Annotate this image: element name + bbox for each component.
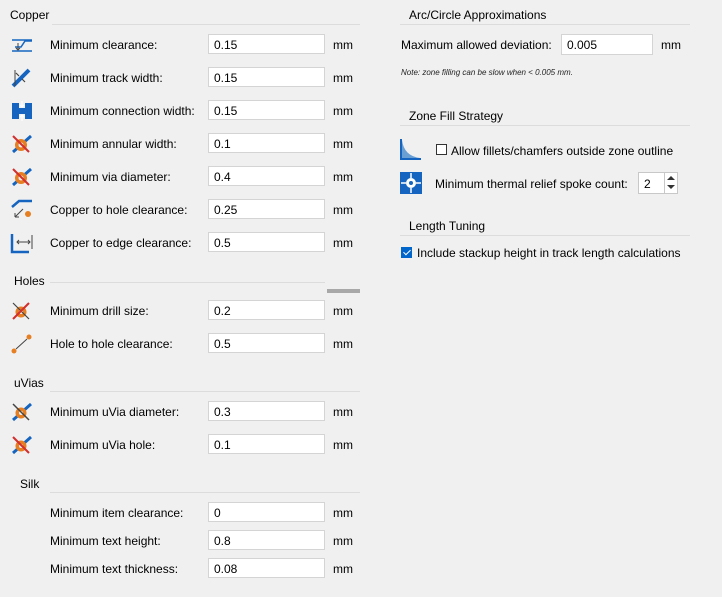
uvia-diameter-icon	[9, 400, 35, 424]
max-deviation-label: Maximum allowed deviation:	[401, 38, 552, 52]
uvia-hole-icon	[9, 433, 35, 457]
annular-width-icon	[9, 132, 35, 156]
min-item-clearance-row: Minimum item clearance: 0 mm	[0, 501, 362, 525]
min-uvia-diameter-unit: mm	[333, 405, 353, 419]
zone-separator	[400, 125, 690, 126]
spoke-count-spinner[interactable]: 2	[638, 172, 678, 194]
spinner-buttons[interactable]	[664, 173, 677, 193]
drill-size-icon	[9, 299, 35, 323]
min-text-thickness-unit: mm	[333, 562, 353, 576]
silk-section-title: Silk	[20, 477, 40, 491]
min-drill-size-input[interactable]: 0.2	[208, 300, 325, 320]
min-uvia-hole-row: Minimum uVia hole: 0.1 mm	[0, 433, 362, 457]
holes-section-title: Holes	[14, 274, 45, 288]
max-deviation-unit: mm	[661, 38, 681, 52]
min-drill-size-unit: mm	[333, 304, 353, 318]
via-diameter-icon	[9, 165, 35, 189]
copper-hole-clearance-label: Copper to hole clearance:	[50, 203, 188, 217]
copper-hole-clearance-unit: mm	[333, 203, 353, 217]
arc-separator	[400, 24, 690, 25]
min-text-thickness-input[interactable]: 0.08	[208, 558, 325, 578]
min-uvia-hole-unit: mm	[333, 438, 353, 452]
min-via-diameter-row: Minimum via diameter: 0.4 mm	[0, 165, 362, 189]
min-drill-size-row: Minimum drill size: 0.2 mm	[0, 299, 362, 323]
hole-to-hole-row: Hole to hole clearance: 0.5 mm	[0, 332, 362, 356]
min-connection-width-row: Minimum connection width: 0.15 mm	[0, 99, 362, 123]
min-drill-size-label: Minimum drill size:	[50, 304, 149, 318]
min-text-height-unit: mm	[333, 534, 353, 548]
silk-separator	[50, 492, 360, 493]
stackup-checkbox[interactable]	[401, 247, 412, 258]
min-text-height-label: Minimum text height:	[50, 534, 161, 548]
copper-hole-clearance-icon	[9, 198, 35, 222]
zone-fill-note: Note: zone filling can be slow when < 0.…	[401, 68, 573, 77]
min-track-width-unit: mm	[333, 71, 353, 85]
spin-down-icon[interactable]	[667, 185, 675, 189]
min-clearance-input[interactable]: 0.15	[208, 34, 325, 54]
zone-fillet-icon	[398, 136, 424, 162]
arc-section-title: Arc/Circle Approximations	[409, 8, 547, 22]
min-clearance-label: Minimum clearance:	[50, 38, 158, 52]
connection-width-icon	[9, 99, 35, 123]
thermal-spoke-icon	[398, 170, 424, 196]
fillets-checkbox[interactable]	[436, 144, 447, 155]
spoke-count-label: Minimum thermal relief spoke count:	[435, 177, 628, 191]
length-separator	[400, 235, 690, 236]
stackup-label: Include stackup height in track length c…	[417, 246, 681, 260]
copper-edge-clearance-unit: mm	[333, 236, 353, 250]
min-uvia-diameter-label: Minimum uVia diameter:	[50, 405, 180, 419]
copper-separator	[52, 24, 360, 25]
copper-section-title: Copper	[10, 8, 50, 22]
spoke-count-value: 2	[644, 177, 651, 191]
hole-to-hole-icon	[9, 332, 35, 356]
clearance-icon	[9, 33, 35, 57]
min-via-diameter-input[interactable]: 0.4	[208, 166, 325, 186]
spin-up-icon[interactable]	[667, 176, 675, 180]
min-via-diameter-label: Minimum via diameter:	[50, 170, 171, 184]
fillets-label: Allow fillets/chamfers outside zone outl…	[451, 144, 674, 158]
min-text-thickness-row: Minimum text thickness: 0.08 mm	[0, 557, 362, 581]
min-uvia-diameter-row: Minimum uVia diameter: 0.3 mm	[0, 400, 362, 424]
min-annular-width-label: Minimum annular width:	[50, 137, 177, 151]
min-annular-width-unit: mm	[333, 137, 353, 151]
min-track-width-input[interactable]: 0.15	[208, 67, 325, 87]
copper-hole-clearance-input[interactable]: 0.25	[208, 199, 325, 219]
min-connection-width-unit: mm	[333, 104, 353, 118]
min-annular-width-input[interactable]: 0.1	[208, 133, 325, 153]
copper-edge-clearance-icon	[9, 231, 35, 255]
hole-to-hole-unit: mm	[333, 337, 353, 351]
length-section-title: Length Tuning	[409, 219, 486, 233]
hole-to-hole-input[interactable]: 0.5	[208, 333, 325, 353]
min-text-height-row: Minimum text height: 0.8 mm	[0, 529, 362, 553]
uvias-section-title: uVias	[14, 376, 44, 390]
min-track-width-label: Minimum track width:	[50, 71, 163, 85]
copper-edge-clearance-row: Copper to edge clearance: 0.5 mm	[0, 231, 362, 255]
min-connection-width-input[interactable]: 0.15	[208, 100, 325, 120]
min-uvia-hole-label: Minimum uVia hole:	[50, 438, 156, 452]
min-text-height-input[interactable]: 0.8	[208, 530, 325, 550]
min-via-diameter-unit: mm	[333, 170, 353, 184]
min-track-width-row: Minimum track width: 0.15 mm	[0, 66, 362, 90]
max-deviation-input[interactable]: 0.005	[561, 34, 653, 55]
uvias-separator	[50, 391, 360, 392]
min-text-thickness-label: Minimum text thickness:	[50, 562, 179, 576]
min-uvia-hole-input[interactable]: 0.1	[208, 434, 325, 454]
copper-edge-clearance-label: Copper to edge clearance:	[50, 236, 192, 250]
min-clearance-row: Minimum clearance: 0.15 mm	[0, 33, 362, 57]
copper-hole-clearance-row: Copper to hole clearance: 0.25 mm	[0, 198, 362, 222]
holes-separator	[50, 282, 325, 283]
zone-section-title: Zone Fill Strategy	[409, 109, 504, 123]
min-item-clearance-label: Minimum item clearance:	[50, 506, 184, 520]
track-width-icon	[9, 66, 35, 90]
min-clearance-unit: mm	[333, 38, 353, 52]
min-annular-width-row: Minimum annular width: 0.1 mm	[0, 132, 362, 156]
resize-grip[interactable]	[327, 289, 360, 293]
min-uvia-diameter-input[interactable]: 0.3	[208, 401, 325, 421]
copper-edge-clearance-input[interactable]: 0.5	[208, 232, 325, 252]
min-connection-width-label: Minimum connection width:	[50, 104, 195, 118]
min-item-clearance-unit: mm	[333, 506, 353, 520]
min-item-clearance-input[interactable]: 0	[208, 502, 325, 522]
hole-to-hole-label: Hole to hole clearance:	[50, 337, 173, 351]
